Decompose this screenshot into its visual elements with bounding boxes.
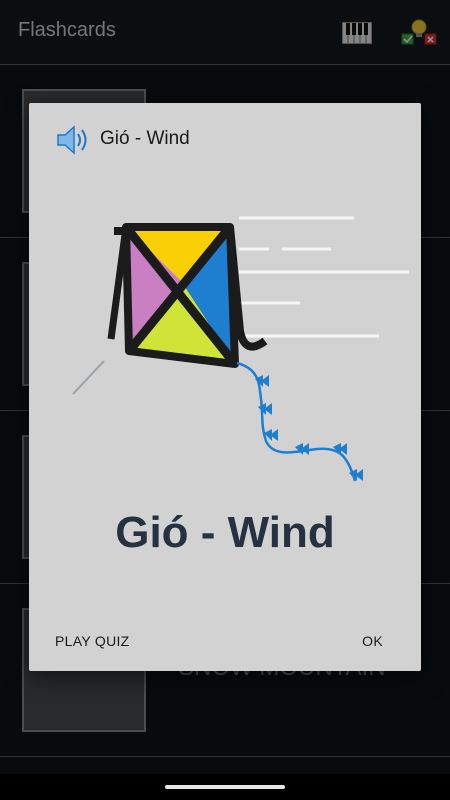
system-nav-bar xyxy=(0,774,450,800)
flashcard-word: Gió - Wind xyxy=(115,508,335,557)
ok-button[interactable]: OK xyxy=(356,629,389,653)
speaker-icon[interactable] xyxy=(55,123,91,162)
play-quiz-button[interactable]: PLAY QUIZ xyxy=(49,629,136,653)
gesture-handle[interactable] xyxy=(165,785,285,789)
flashcard-dialog: Gió - Wind Gió - Wind PLAY QUIZ OK xyxy=(29,103,421,671)
dialog-title: Gió - Wind xyxy=(100,128,190,149)
kite-wind-illustration xyxy=(69,211,409,506)
